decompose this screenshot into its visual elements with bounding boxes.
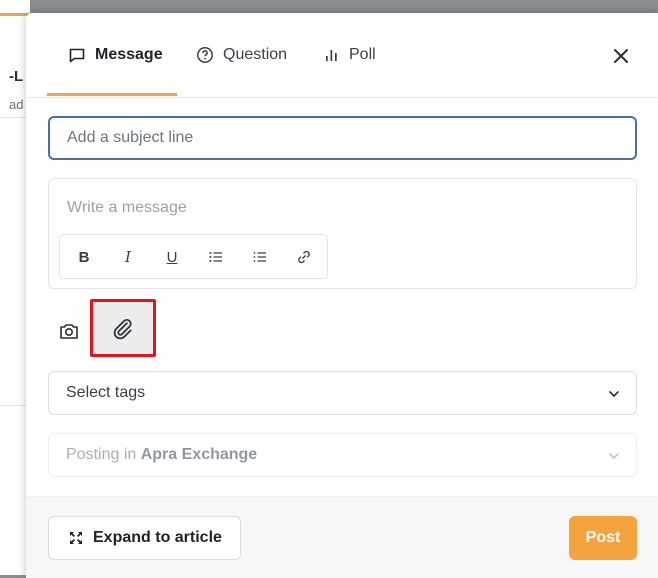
question-circle-icon xyxy=(197,47,213,63)
link-icon xyxy=(298,250,310,264)
tab-label: Poll xyxy=(349,46,376,63)
tab-label: Message xyxy=(95,46,163,63)
posting-community-dropdown[interactable]: Posting in Apra Exchange xyxy=(48,433,637,477)
message-editor[interactable]: Write a message B I U xyxy=(48,178,637,289)
background-text-fragment: -L xyxy=(9,68,24,85)
posting-in-label: Posting in Apra Exchange xyxy=(66,446,258,463)
bold-button[interactable]: B xyxy=(72,245,96,269)
formatting-toolbar: B I U xyxy=(59,234,328,279)
bulleted-list-icon xyxy=(253,252,266,262)
bulleted-list-button[interactable] xyxy=(248,245,272,269)
select-tags-dropdown[interactable]: Select tags xyxy=(48,371,637,415)
attachment-highlight-box xyxy=(90,299,156,357)
background-text-fragment: ad xyxy=(9,97,24,112)
compose-post-modal: Message Question Poll Add a subject line… xyxy=(26,13,658,578)
camera-icon[interactable] xyxy=(57,319,81,343)
underline-button[interactable]: U xyxy=(160,245,184,269)
active-tab-indicator xyxy=(47,93,177,96)
tab-question[interactable]: Question xyxy=(196,44,287,66)
expand-icon xyxy=(70,532,82,544)
speech-bubble-icon xyxy=(69,48,85,63)
post-type-tabs: Message Question Poll xyxy=(26,13,658,98)
tab-label: Question xyxy=(223,46,288,63)
subject-input[interactable]: Add a subject line xyxy=(48,116,637,160)
bar-chart-icon xyxy=(326,50,337,61)
expand-to-article-button[interactable]: Expand to article xyxy=(48,516,241,560)
post-button[interactable]: Post xyxy=(569,516,637,560)
modal-footer: Expand to article Post xyxy=(26,496,658,578)
tab-message[interactable]: Message xyxy=(68,44,163,66)
close-icon[interactable] xyxy=(609,44,633,68)
tab-poll[interactable]: Poll xyxy=(324,44,376,66)
chevron-down-icon xyxy=(609,453,619,459)
numbered-list-icon xyxy=(209,252,222,262)
numbered-list-button[interactable] xyxy=(204,245,228,269)
community-name: Apra Exchange xyxy=(140,446,258,463)
message-placeholder: Write a message xyxy=(67,199,187,216)
expand-label: Expand to article xyxy=(93,529,222,546)
link-button[interactable] xyxy=(292,245,316,269)
paperclip-icon[interactable] xyxy=(109,315,135,341)
chevron-down-icon xyxy=(609,391,619,397)
select-tags-label: Select tags xyxy=(66,384,146,401)
italic-button[interactable]: I xyxy=(116,245,140,269)
